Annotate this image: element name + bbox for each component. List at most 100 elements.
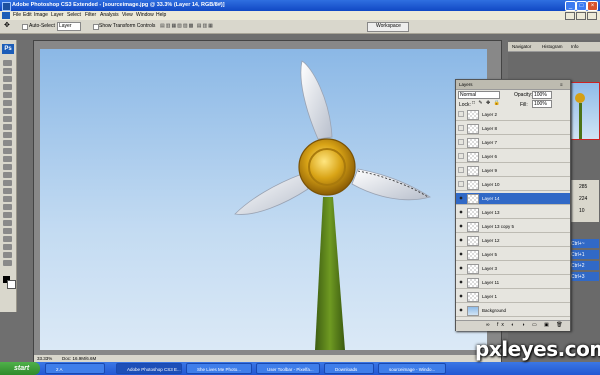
eye-icon[interactable]	[458, 237, 464, 243]
tool-button-icon[interactable]	[3, 164, 12, 170]
eye-hidden-icon[interactable]	[458, 181, 464, 187]
layer-row[interactable]: Layer 1	[456, 291, 570, 303]
tool-button-icon[interactable]	[3, 132, 12, 138]
tool-button-icon[interactable]	[3, 172, 12, 178]
doc-minimize-icon[interactable]	[565, 12, 575, 20]
layer-row[interactable]: Layer 5	[456, 249, 570, 261]
eye-hidden-icon[interactable]	[458, 111, 464, 117]
tool-button-icon[interactable]	[3, 108, 12, 114]
menu-view[interactable]: View	[122, 12, 133, 18]
menu-edit[interactable]: Edit	[23, 12, 32, 18]
menu-image[interactable]: Image	[34, 12, 48, 18]
tool-button-icon[interactable]	[3, 228, 12, 234]
tool-button-icon[interactable]	[3, 68, 12, 74]
task-button[interactable]: She Lives Me Photo...	[186, 363, 252, 374]
layer-row[interactable]: Layer 10	[456, 179, 570, 191]
layer-row[interactable]: Layer 13	[456, 207, 570, 219]
tool-button-icon[interactable]	[3, 220, 12, 226]
tool-button-icon[interactable]	[3, 84, 12, 90]
tool-button-icon[interactable]	[3, 212, 12, 218]
tool-button-icon[interactable]	[3, 116, 12, 122]
eye-hidden-icon[interactable]	[458, 153, 464, 159]
eye-icon[interactable]	[458, 209, 464, 215]
layer-row[interactable]: Background	[456, 305, 570, 317]
ps-menu-icon[interactable]	[2, 12, 10, 19]
task-button[interactable]: 2 A	[45, 363, 105, 374]
tool-button-icon[interactable]	[3, 124, 12, 130]
eye-icon[interactable]	[458, 223, 464, 229]
tool-button-icon[interactable]	[3, 244, 12, 250]
layer-row[interactable]: Layer 14	[456, 193, 570, 205]
task-button[interactable]: Adobe Photoshop CS3 E...	[116, 363, 182, 374]
tool-button-icon[interactable]	[3, 260, 12, 266]
shortcut-row[interactable]: Ctrl+1	[569, 250, 599, 259]
tab-navigator[interactable]: Navigator	[512, 44, 531, 49]
doc-restore-icon[interactable]	[576, 12, 586, 20]
start-button[interactable]: start	[0, 362, 40, 375]
layer-row[interactable]: Layer 6	[456, 151, 570, 163]
move-tool-icon[interactable]: ✥	[4, 21, 10, 29]
layer-row[interactable]: Layer 11	[456, 277, 570, 289]
menu-analysis[interactable]: Analysis	[100, 12, 119, 18]
menu-window[interactable]: Window	[136, 12, 154, 18]
background-color-swatch[interactable]	[7, 280, 16, 289]
align-buttons-icon[interactable]: ▤▥▦▧▨▩ ▤▥▦	[160, 23, 214, 29]
layer-name: Layer 13	[482, 210, 500, 215]
task-button[interactable]: Downloads	[324, 363, 374, 374]
task-button[interactable]: User Toolbar - Pixelfa...	[256, 363, 320, 374]
layer-row[interactable]: Layer 2	[456, 109, 570, 121]
eye-icon[interactable]	[458, 265, 464, 271]
auto-select-checkbox[interactable]	[22, 24, 28, 30]
shortcut-row[interactable]: Ctrl+3	[569, 272, 599, 281]
menu-help[interactable]: Help	[156, 12, 166, 18]
eye-icon[interactable]	[458, 293, 464, 299]
eye-hidden-icon[interactable]	[458, 139, 464, 145]
maximize-icon[interactable]: □	[576, 1, 587, 11]
tool-button-icon[interactable]	[3, 140, 12, 146]
tool-button-icon[interactable]	[3, 180, 12, 186]
menu-select[interactable]: Select	[67, 12, 81, 18]
layer-name: Layer 3	[482, 266, 498, 271]
tool-button-icon[interactable]	[3, 188, 12, 194]
doc-size-info[interactable]: Doc: 16.9M/6.6M	[62, 356, 96, 361]
shortcut-row[interactable]: Ctrl+~	[569, 239, 599, 248]
layer-action-icons[interactable]: ∞ fx ◐ ◑ ▭ ▣ 🗑	[486, 322, 566, 328]
tool-button-icon[interactable]	[3, 156, 12, 162]
tab-histogram[interactable]: Histogram	[542, 44, 563, 49]
image-canvas[interactable]	[40, 49, 487, 350]
tool-button-icon[interactable]	[3, 236, 12, 242]
layer-row[interactable]: Layer 9	[456, 165, 570, 177]
tool-button-icon[interactable]	[3, 100, 12, 106]
tool-button-icon[interactable]	[3, 92, 12, 98]
zoom-level[interactable]: 33.33%	[37, 356, 52, 361]
layer-row[interactable]: Layer 7	[456, 137, 570, 149]
layer-row[interactable]: Layer 8	[456, 123, 570, 135]
tool-button-icon[interactable]	[3, 60, 12, 66]
tab-info[interactable]: Info	[571, 44, 579, 49]
tool-button-icon[interactable]	[3, 204, 12, 210]
menu-file[interactable]: File	[13, 12, 21, 18]
lock-icons[interactable]: □ ✎ ✥ 🔒	[472, 100, 501, 106]
tool-button-icon[interactable]	[3, 148, 12, 154]
eye-hidden-icon[interactable]	[458, 125, 464, 131]
task-button[interactable]: sourceimage - Windo...	[378, 363, 446, 374]
tool-button-icon[interactable]	[3, 196, 12, 202]
layer-row[interactable]: Layer 3	[456, 263, 570, 275]
minimize-icon[interactable]: _	[565, 1, 576, 11]
eye-icon[interactable]	[458, 307, 464, 313]
layer-row[interactable]: Layer 13 copy 5	[456, 221, 570, 233]
menu-filter[interactable]: Filter	[85, 12, 96, 18]
eye-hidden-icon[interactable]	[458, 167, 464, 173]
close-icon[interactable]: ×	[587, 1, 598, 11]
shortcut-row[interactable]: Ctrl+2	[569, 261, 599, 270]
tool-button-icon[interactable]	[3, 252, 12, 258]
layer-row[interactable]: Layer 12	[456, 235, 570, 247]
panel-menu-icon[interactable]: ≡	[560, 82, 563, 87]
menu-layer[interactable]: Layer	[51, 12, 64, 18]
doc-close-icon[interactable]	[587, 12, 597, 20]
layers-panel-title[interactable]: Layers	[459, 82, 473, 87]
eye-icon[interactable]	[458, 279, 464, 285]
eye-icon[interactable]	[458, 251, 464, 257]
tool-button-icon[interactable]	[3, 76, 12, 82]
eye-icon[interactable]	[458, 195, 464, 201]
